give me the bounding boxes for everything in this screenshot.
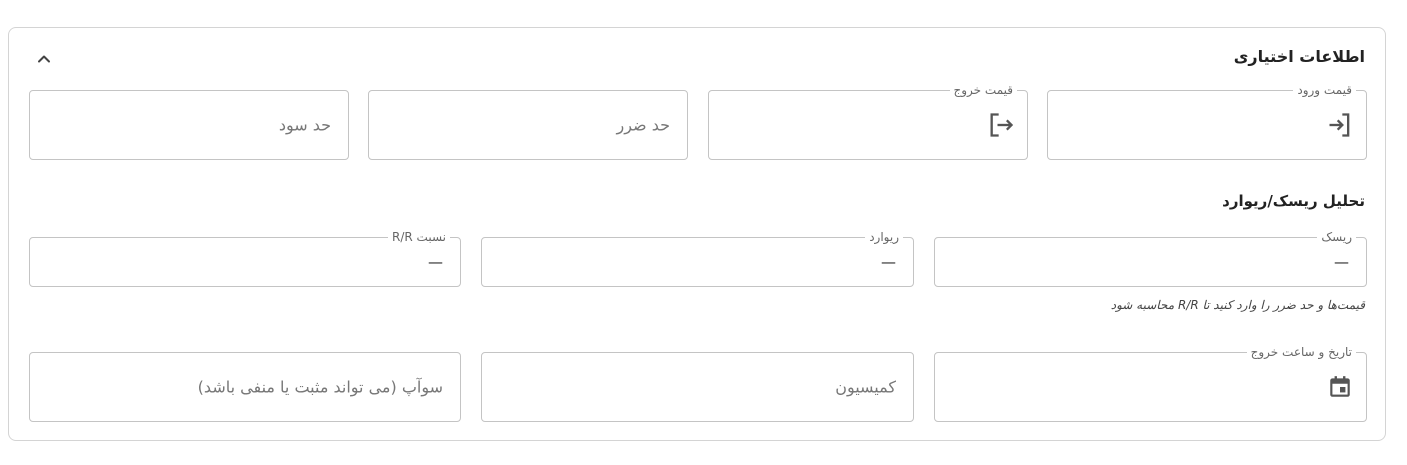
section-title: اطلاعات اختیاری (1233, 47, 1365, 66)
chevron-up-icon (38, 55, 50, 63)
calendar-icon[interactable] (1326, 373, 1354, 401)
exit-datetime-field[interactable]: تاریخ و ساعت خروج (934, 344, 1367, 422)
stop-loss-input[interactable]: حد ضرر (368, 90, 688, 160)
reward-field: ریوارد — (481, 229, 914, 287)
take-profit-input[interactable]: حد سود (29, 90, 349, 160)
rr-hint-text: قیمت‌ها و حد ضرر را وارد کنید تا R/R محا… (1110, 298, 1365, 312)
entry-price-field[interactable]: قیمت ورود (1047, 82, 1367, 160)
reward-value: — (881, 253, 896, 271)
take-profit-placeholder: حد سود (278, 115, 331, 135)
stop-loss-placeholder: حد ضرر (616, 115, 670, 135)
optional-info-card: اطلاعات اختیاری قیمت ورود قیمت خروج حد ض… (8, 27, 1386, 441)
exit-price-field[interactable]: قیمت خروج (708, 82, 1028, 160)
commission-placeholder: کمیسیون (835, 377, 896, 397)
exit-price-label: قیمت خروج (949, 82, 1017, 98)
exit-datetime-label: تاریخ و ساعت خروج (1246, 344, 1356, 360)
rr-ratio-field: نسبت R/R — (29, 229, 461, 287)
login-icon (1326, 111, 1354, 139)
rr-ratio-label: نسبت R/R (388, 229, 450, 245)
commission-input[interactable]: کمیسیون (481, 352, 914, 422)
risk-reward-title: تحلیل ریسک/ریوارد (1222, 192, 1365, 210)
entry-price-label: قیمت ورود (1293, 82, 1356, 98)
swap-placeholder: سوآپ (می تواند مثبت یا منفی باشد) (197, 377, 443, 397)
rr-ratio-value: — (428, 253, 443, 271)
risk-field: ریسک — (934, 229, 1367, 287)
risk-label: ریسک (1317, 229, 1356, 245)
collapse-button[interactable] (33, 48, 55, 70)
swap-input[interactable]: سوآپ (می تواند مثبت یا منفی باشد) (29, 352, 461, 422)
risk-value: — (1334, 253, 1349, 271)
reward-label: ریوارد (865, 229, 903, 245)
logout-icon (987, 111, 1015, 139)
